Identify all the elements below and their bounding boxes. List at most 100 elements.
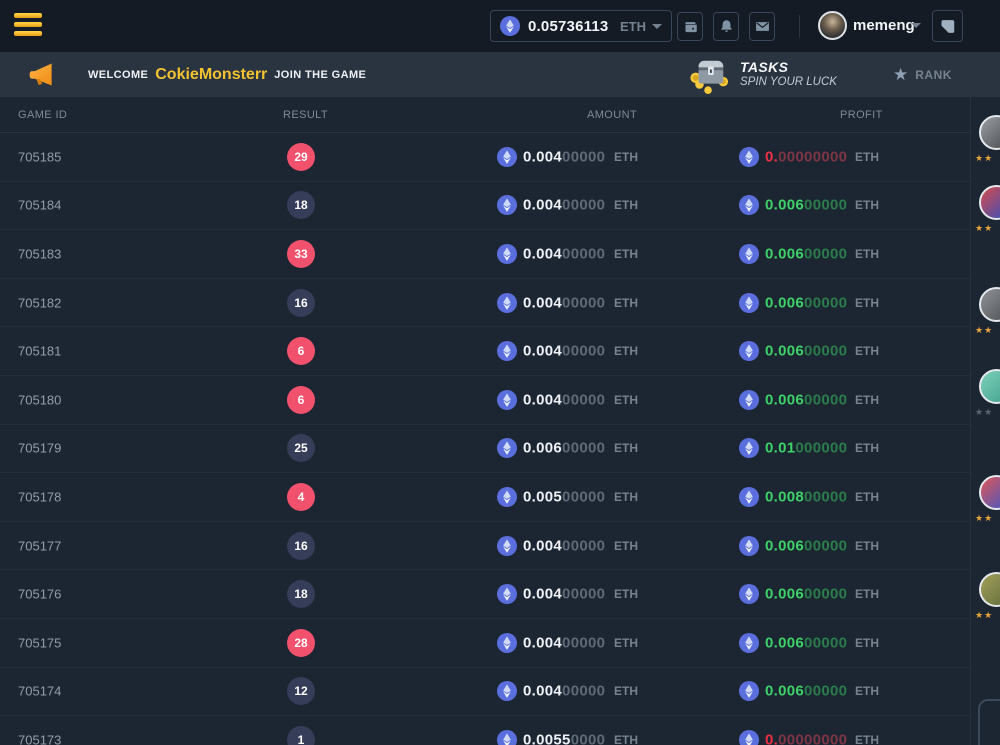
amount-currency: ETH <box>614 344 638 358</box>
amount-value: 0.00400000 <box>523 197 605 214</box>
amount-value: 0.00400000 <box>523 586 605 603</box>
sidebar-user[interactable]: ★★ <box>979 369 1000 418</box>
amount-currency: ETH <box>614 587 638 601</box>
wallet-button[interactable] <box>677 12 703 41</box>
profit-coin <box>739 681 759 701</box>
table-row[interactable]: 705175 28 0.00400000 ETH 0.00600000 ETH <box>0 619 970 668</box>
header-amount: AMOUNT <box>587 109 637 121</box>
amount-coin <box>497 244 517 264</box>
amount-coin <box>497 293 517 313</box>
user-avatar[interactable] <box>979 572 1000 607</box>
table-row[interactable]: 705182 16 0.00400000 ETH 0.00600000 ETH <box>0 279 970 328</box>
amount-coin <box>497 390 517 410</box>
table-row[interactable]: 705184 18 0.00400000 ETH 0.00600000 ETH <box>0 182 970 231</box>
amount-currency: ETH <box>614 393 638 407</box>
table-row[interactable]: 705174 12 0.00400000 ETH 0.00600000 ETH <box>0 668 970 717</box>
eth-coin-icon <box>739 195 759 215</box>
result-badge: 12 <box>287 677 315 705</box>
welcome-player-name: CokieMonsterr <box>155 66 267 84</box>
rank-widget[interactable]: ★ RANK <box>893 52 952 97</box>
amount-value: 0.00400000 <box>523 294 605 311</box>
username[interactable]: memeng <box>853 17 915 34</box>
welcome-prefix: WELCOME <box>88 69 148 81</box>
chevron-down-icon <box>652 24 662 29</box>
user-menu-chevron-icon[interactable] <box>911 23 921 28</box>
sidebar-user[interactable]: ★★ <box>979 287 1000 336</box>
user-avatar[interactable] <box>979 287 1000 322</box>
result-badge: 6 <box>287 337 315 365</box>
amount-value: 0.00400000 <box>523 683 605 700</box>
result-badge: 18 <box>287 191 315 219</box>
sidebar-user[interactable]: ★★ <box>979 572 1000 621</box>
amount-coin <box>497 147 517 167</box>
eth-coin-icon <box>739 633 759 653</box>
amount-currency: ETH <box>614 733 638 745</box>
amount-coin <box>497 730 517 745</box>
sidebar-user[interactable]: ★★ <box>979 185 1000 234</box>
profit-value: 0.00000000 <box>765 148 847 165</box>
sidebar-user[interactable]: ★★ <box>979 475 1000 524</box>
profit-value: 0.00600000 <box>765 683 847 700</box>
profit-coin <box>739 293 759 313</box>
table-row[interactable]: 705173 1 0.00550000 ETH 0.00000000 ETH <box>0 716 970 745</box>
balance-box[interactable]: 0.05736113 ETH <box>490 10 672 42</box>
chat-input[interactable] <box>978 699 1000 745</box>
table-row[interactable]: 705179 25 0.00600000 ETH 0.01000000 ETH <box>0 425 970 474</box>
game-id: 705179 <box>18 441 61 456</box>
profit-currency: ETH <box>855 393 879 407</box>
profit-coin <box>739 341 759 361</box>
table-row[interactable]: 705178 4 0.00500000 ETH 0.00800000 ETH <box>0 473 970 522</box>
notifications-button[interactable] <box>713 12 739 41</box>
profit-value: 0.00600000 <box>765 391 847 408</box>
user-stars: ★★ <box>975 153 1000 164</box>
eth-coin-icon <box>497 244 517 264</box>
amount-value: 0.00400000 <box>523 148 605 165</box>
messages-button[interactable] <box>749 12 775 41</box>
table-row[interactable]: 705183 33 0.00400000 ETH 0.00600000 ETH <box>0 230 970 279</box>
table-row[interactable]: 705185 29 0.00400000 ETH 0.00000000 ETH <box>0 133 970 182</box>
amount-currency: ETH <box>614 539 638 553</box>
user-avatar[interactable] <box>979 475 1000 510</box>
game-id: 705173 <box>18 732 61 745</box>
amount-value: 0.00600000 <box>523 440 605 457</box>
table-row[interactable]: 705176 18 0.00400000 ETH 0.00600000 ETH <box>0 570 970 619</box>
topbar-divider <box>799 15 800 38</box>
amount-value: 0.00400000 <box>523 634 605 651</box>
profit-coin <box>739 244 759 264</box>
chat-panel-toggle-button[interactable] <box>932 10 963 42</box>
games-table-body: 705185 29 0.00400000 ETH 0.00000000 ETH … <box>0 133 970 745</box>
profit-currency: ETH <box>855 539 879 553</box>
profit-coin <box>739 147 759 167</box>
profit-currency: ETH <box>855 636 879 650</box>
treasure-chest-icon <box>688 55 730 95</box>
tasks-widget[interactable]: TASKS SPIN YOUR LUCK <box>688 52 837 97</box>
user-avatar[interactable] <box>979 185 1000 220</box>
user-avatar[interactable] <box>979 369 1000 404</box>
profit-value: 0.00600000 <box>765 634 847 651</box>
table-row[interactable]: 705177 16 0.00400000 ETH 0.00600000 ETH <box>0 522 970 571</box>
amount-coin <box>497 633 517 653</box>
user-avatar[interactable] <box>979 115 1000 150</box>
table-row[interactable]: 705180 6 0.00400000 ETH 0.00600000 ETH <box>0 376 970 425</box>
table-row[interactable]: 705181 6 0.00400000 ETH 0.00600000 ETH <box>0 327 970 376</box>
eth-coin-icon <box>739 681 759 701</box>
balance-value: 0.05736113 <box>528 18 608 35</box>
avatar[interactable] <box>818 11 847 40</box>
eth-coin-icon <box>739 487 759 507</box>
amount-currency: ETH <box>614 490 638 504</box>
game-id: 705176 <box>18 587 61 602</box>
result-badge: 6 <box>287 386 315 414</box>
eth-coin-icon <box>497 195 517 215</box>
menu-icon[interactable] <box>14 13 42 39</box>
eth-coin-icon <box>739 293 759 313</box>
profit-coin <box>739 633 759 653</box>
sidebar-user[interactable]: ★★ <box>979 115 1000 164</box>
eth-coin-icon <box>739 584 759 604</box>
topbar: 0.05736113 ETH memeng <box>0 0 1000 52</box>
profit-coin <box>739 536 759 556</box>
balance-currency[interactable]: ETH <box>620 19 646 34</box>
panel-toggle-icon <box>939 18 956 35</box>
profit-value: 0.00600000 <box>765 537 847 554</box>
eth-coin-icon <box>739 536 759 556</box>
profit-coin <box>739 195 759 215</box>
